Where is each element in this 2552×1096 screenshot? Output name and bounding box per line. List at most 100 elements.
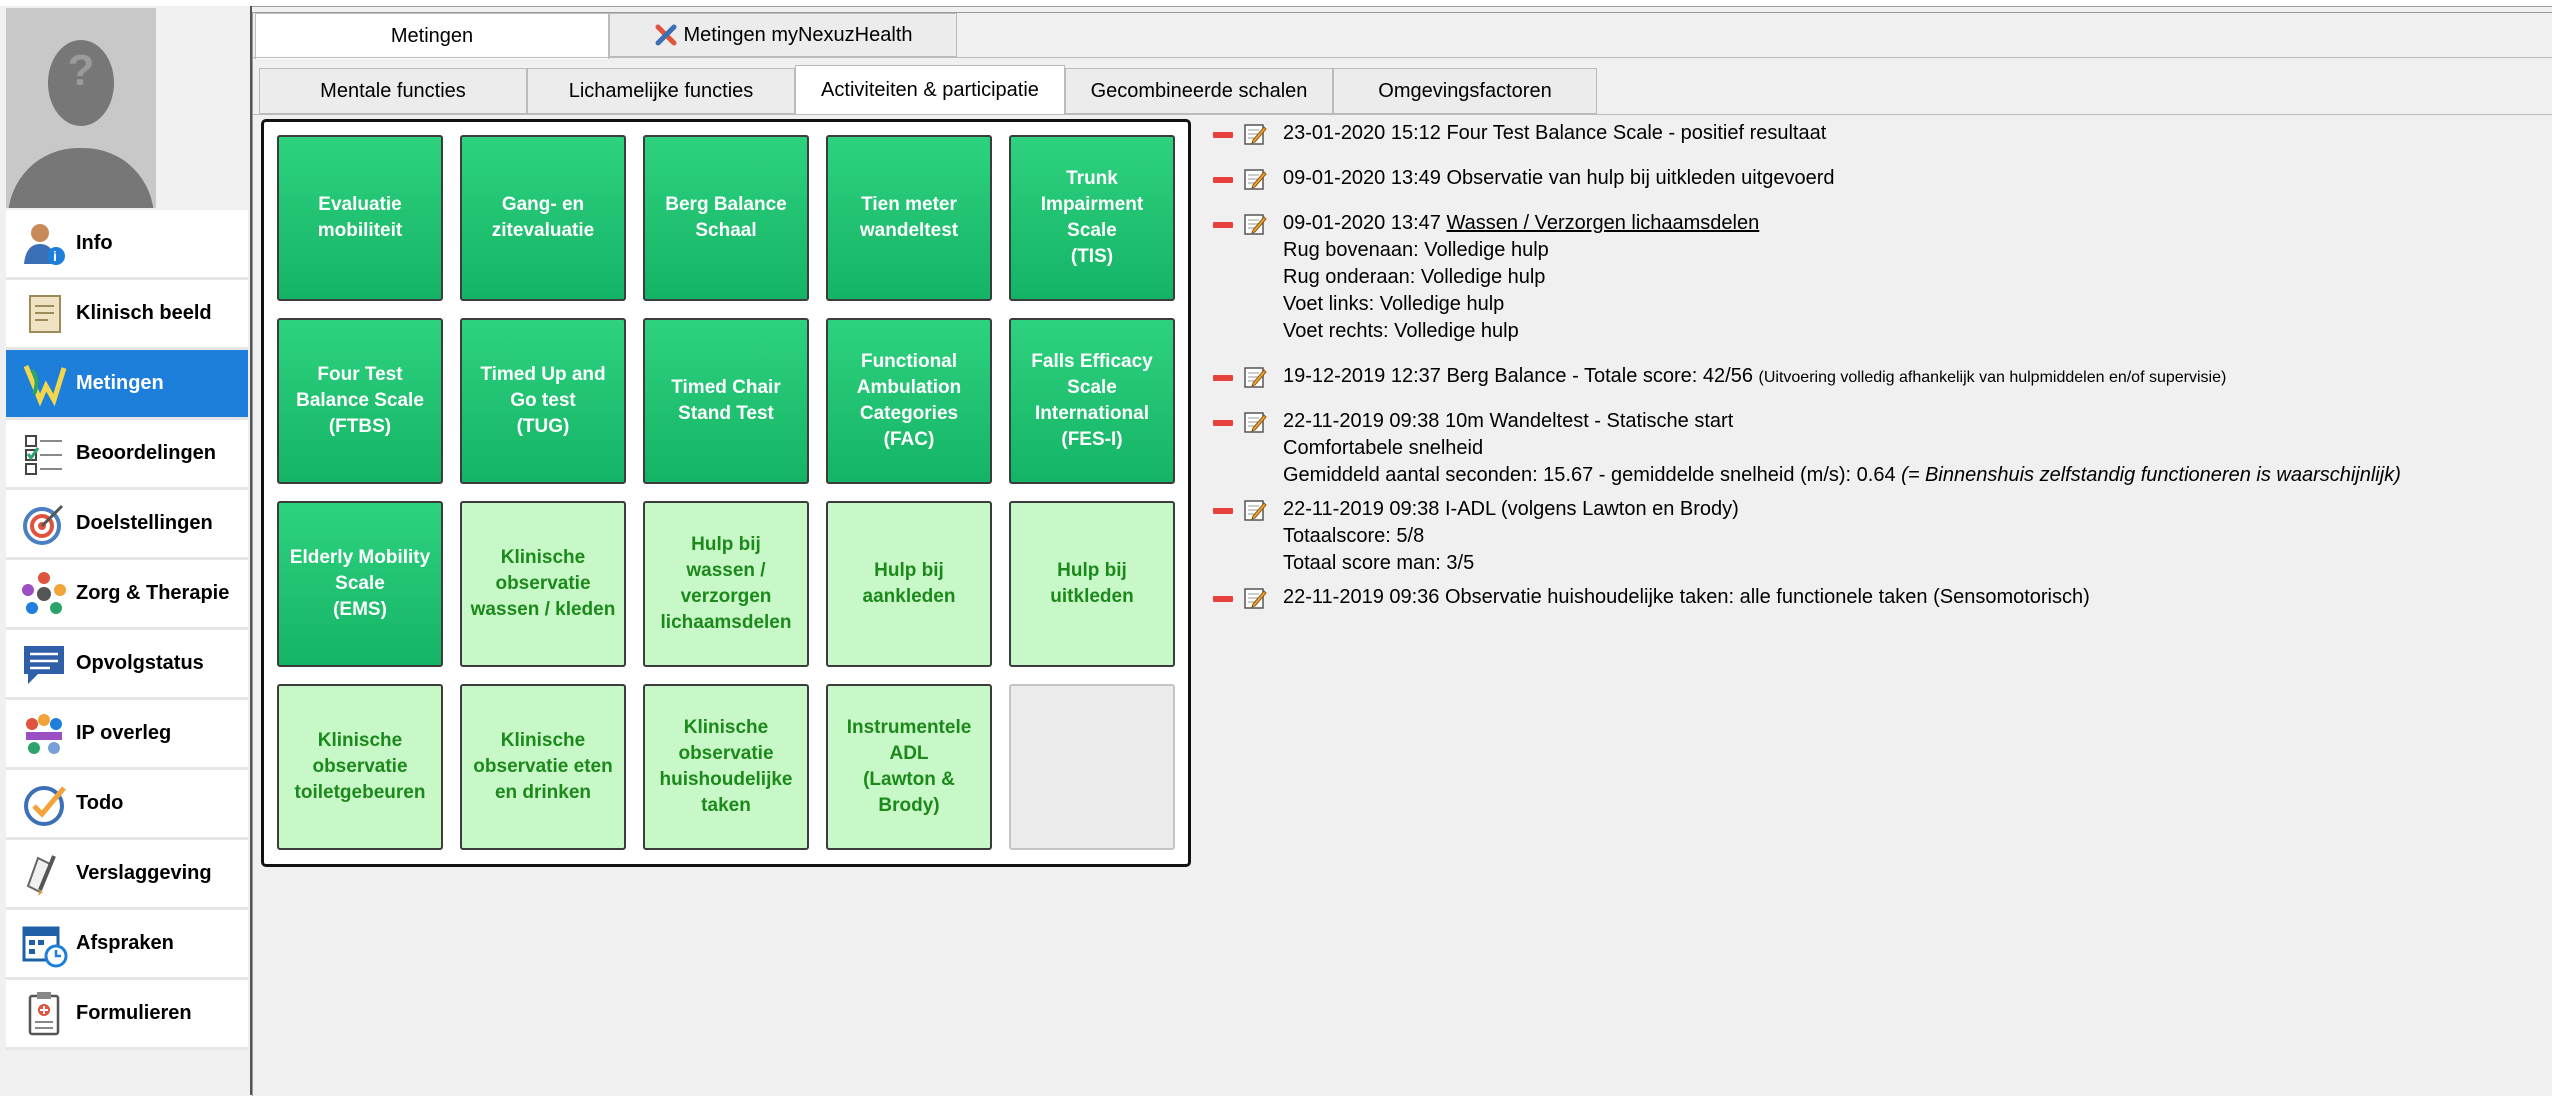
tab-activiteiten-participatie[interactable]: Activiteiten & participatie xyxy=(795,65,1065,115)
tab-label: Mentale functies xyxy=(320,79,466,102)
tile-evaluatie-mobiliteit[interactable]: Evaluatie mobiliteit xyxy=(277,135,443,301)
sidebar-item-metingen[interactable]: Metingen xyxy=(6,350,248,420)
sidebar-item-label: Todo xyxy=(76,792,124,814)
chat-bubble-icon xyxy=(20,640,68,688)
tile-label: Instrumentele ADL (Lawton & Brody) xyxy=(846,717,972,816)
target-icon xyxy=(20,500,68,548)
tab-mentale-functies[interactable]: Mentale functies xyxy=(259,68,527,114)
sidebar-item-label: Doelstellingen xyxy=(76,512,213,534)
tile-hulp-aankleden[interactable]: Hulp bij aankleden xyxy=(826,501,992,667)
tile-falls-efficacy-scale[interactable]: Falls Efficacy Scale International (FES-… xyxy=(1009,318,1175,484)
tab-metingen[interactable]: Metingen xyxy=(255,13,609,59)
tile-label: Timed Chair Stand Test xyxy=(671,377,781,424)
sidebar-item-todo[interactable]: Todo xyxy=(6,770,248,840)
tile-label: Hulp bij wassen / verzorgen lichaamsdele… xyxy=(660,534,792,633)
tile-label: Evaluatie mobiliteit xyxy=(317,194,403,241)
sidebar-item-formulieren[interactable]: Formulieren xyxy=(6,980,248,1050)
remove-entry-icon[interactable] xyxy=(1213,420,1233,426)
tile-timed-up-and-go[interactable]: Timed Up and Go test (TUG) xyxy=(460,318,626,484)
sidebar-item-klinisch-beeld[interactable]: Klinisch beeld xyxy=(6,280,248,350)
edit-note-icon[interactable] xyxy=(1243,410,1267,434)
log-entry-head: 19-12-2019 12:37 Berg Balance - Totale s… xyxy=(1283,365,1759,387)
log-entry-head: 09-01-2020 13:49 Observatie van hulp bij… xyxy=(1283,167,1835,189)
nexuz-x-icon xyxy=(654,23,678,47)
tile-label: Tien meter wandeltest xyxy=(859,194,959,241)
sidebar-item-label: Info xyxy=(76,232,113,254)
tab-gecombineerde-schalen[interactable]: Gecombineerde schalen xyxy=(1065,68,1333,114)
sidebar-item-afspraken[interactable]: Afspraken xyxy=(6,910,248,980)
log-entry-head: 23-01-2020 15:12 Four Test Balance Scale… xyxy=(1283,122,1827,144)
log-detail-line: Voet rechts: Volledige hulp xyxy=(1283,320,1519,342)
pen-report-icon xyxy=(20,850,68,898)
sidebar-item-label: Verslaggeving xyxy=(76,862,212,884)
remove-entry-icon[interactable] xyxy=(1213,222,1233,228)
sidebar-item-ip-overleg[interactable]: IP overleg xyxy=(6,700,248,770)
tab-lichamelijke-functies[interactable]: Lichamelijke functies xyxy=(527,68,795,114)
care-team-icon xyxy=(20,570,68,618)
edit-note-icon[interactable] xyxy=(1243,167,1267,191)
form-clipboard-icon xyxy=(20,990,68,1038)
tile-timed-chair-stand[interactable]: Timed Chair Stand Test xyxy=(643,318,809,484)
edit-note-icon[interactable] xyxy=(1243,586,1267,610)
tile-label: Klinische observatie wassen / kleden xyxy=(470,547,616,620)
sidebar-item-label: Klinisch beeld xyxy=(76,302,212,324)
tile-label: Klinische observatie huishoudelijke take… xyxy=(659,717,793,816)
tile-label: Falls Efficacy Scale International (FES-… xyxy=(1031,351,1153,450)
tab-label: Lichamelijke functies xyxy=(568,79,754,102)
user-info-icon: i xyxy=(20,220,68,268)
tile-observatie-eten-drinken[interactable]: Klinische observatie eten en drinken xyxy=(460,684,626,850)
log-detail-line: Voet links: Volledige hulp xyxy=(1283,293,1505,315)
tile-label: Four Test Balance Scale (FTBS) xyxy=(296,364,424,437)
tile-gang-zitevaluatie[interactable]: Gang- en zitevaluatie xyxy=(460,135,626,301)
sidebar-item-zorg-therapie[interactable]: Zorg & Therapie xyxy=(6,560,248,630)
tab-label: Metingen myNexuzHealth xyxy=(683,23,913,46)
avatar[interactable]: ? xyxy=(6,8,156,208)
team-meeting-icon xyxy=(20,710,68,758)
edit-note-icon[interactable] xyxy=(1243,122,1267,146)
edit-note-icon[interactable] xyxy=(1243,498,1267,522)
tab-metingen-mynexuzhealth[interactable]: Metingen myNexuzHealth xyxy=(609,13,957,57)
subtab-strip-divider xyxy=(253,114,2552,115)
sidebar-item-info[interactable]: i Info xyxy=(6,210,248,280)
tab-omgevingsfactoren[interactable]: Omgevingsfactoren xyxy=(1333,68,1597,114)
tile-hulp-uitkleden[interactable]: Hulp bij uitkleden xyxy=(1009,501,1175,667)
log-detail-line: Gemiddeld aantal seconden: 15.67 - gemid… xyxy=(1283,464,1902,486)
window-top-border xyxy=(0,0,2552,7)
tile-label: Functional Ambulation Categories (FAC) xyxy=(856,351,962,450)
sidebar-item-label: Beoordelingen xyxy=(76,442,217,464)
tile-elderly-mobility-scale[interactable]: Elderly Mobility Scale (EMS) xyxy=(277,501,443,667)
tile-hulp-wassen-verzorgen[interactable]: Hulp bij wassen / verzorgen lichaamsdele… xyxy=(643,501,809,667)
edit-note-icon[interactable] xyxy=(1243,212,1267,236)
sidebar-item-verslaggeving[interactable]: Verslaggeving xyxy=(6,840,248,910)
sidebar-item-beoordelingen[interactable]: Beoordelingen xyxy=(6,420,248,490)
tile-label: Trunk Impairment Scale (TIS) xyxy=(1040,168,1144,267)
checklist-icon xyxy=(20,430,68,478)
tile-four-test-balance-scale[interactable]: Four Test Balance Scale (FTBS) xyxy=(277,318,443,484)
remove-entry-icon[interactable] xyxy=(1213,132,1233,138)
remove-entry-icon[interactable] xyxy=(1213,596,1233,602)
avatar-placeholder-glyph: ? xyxy=(67,46,95,95)
tile-observatie-huishoudelijke-taken[interactable]: Klinische observatie huishoudelijke take… xyxy=(643,684,809,850)
tile-functional-ambulation-categories[interactable]: Functional Ambulation Categories (FAC) xyxy=(826,318,992,484)
tab-strip-divider xyxy=(253,57,2552,58)
log-entry-head: 09-01-2020 13:47 xyxy=(1283,212,1447,234)
tile-trunk-impairment-scale[interactable]: Trunk Impairment Scale (TIS) xyxy=(1009,135,1175,301)
log-entry-remark: (= Binnenshuis zelfstandig functioneren … xyxy=(1901,464,2401,486)
tile-observatie-toiletgebeuren[interactable]: Klinische observatie toiletgebeuren xyxy=(277,684,443,850)
tile-tien-meter-wandeltest[interactable]: Tien meter wandeltest xyxy=(826,135,992,301)
tab-label: Activiteiten & participatie xyxy=(821,79,1039,101)
remove-entry-icon[interactable] xyxy=(1213,177,1233,183)
measurements-icon xyxy=(20,360,68,408)
sidebar-item-doelstellingen[interactable]: Doelstellingen xyxy=(6,490,248,560)
wassen-verzorgen-link[interactable]: Wassen / Verzorgen lichaamsdelen xyxy=(1446,212,1759,234)
remove-entry-icon[interactable] xyxy=(1213,375,1233,381)
tab-label: Omgevingsfactoren xyxy=(1378,79,1552,102)
remove-entry-icon[interactable] xyxy=(1213,508,1233,514)
log-detail-line: Totaalscore: 5/8 xyxy=(1283,525,1425,547)
tile-instrumentele-adl[interactable]: Instrumentele ADL (Lawton & Brody) xyxy=(826,684,992,850)
tile-berg-balance-schaal[interactable]: Berg Balance Schaal xyxy=(643,135,809,301)
sidebar: ? i Info Klinisch beeld Metingen Beoorde… xyxy=(0,6,252,1095)
sidebar-item-opvolgstatus[interactable]: Opvolgstatus xyxy=(6,630,248,700)
tile-observatie-wassen-kleden[interactable]: Klinische observatie wassen / kleden xyxy=(460,501,626,667)
edit-note-icon[interactable] xyxy=(1243,365,1267,389)
